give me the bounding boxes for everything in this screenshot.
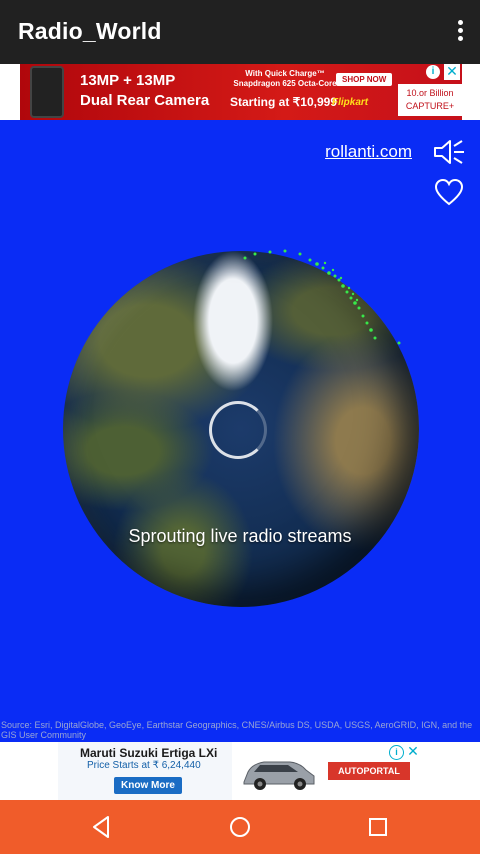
app-title: Radio_World bbox=[18, 18, 162, 44]
speaker-mute-icon[interactable] bbox=[432, 138, 466, 166]
close-icon[interactable]: ✕ bbox=[444, 64, 460, 80]
navigation-bar bbox=[0, 800, 480, 854]
recents-square-icon[interactable] bbox=[364, 814, 392, 840]
more-vert-icon[interactable] bbox=[454, 18, 466, 46]
bottom-ad-banner[interactable]: Maruti Suzuki Ertiga LXi Price Starts at… bbox=[0, 742, 480, 800]
close-icon[interactable]: ✕ bbox=[406, 743, 420, 759]
autoportal-logo: AUTOPORTAL bbox=[328, 762, 410, 780]
shop-now-button[interactable]: SHOP NOW bbox=[336, 73, 393, 86]
site-link[interactable]: rollanti.com bbox=[325, 142, 412, 162]
globe-view[interactable]: rollanti.com Sprouting live radio stream… bbox=[0, 120, 480, 742]
ad-small-text: With Quick Charge™ Snapdragon 625 Octa-C… bbox=[233, 69, 337, 88]
adchoices-icon[interactable]: i bbox=[389, 745, 404, 760]
heart-outline-icon[interactable] bbox=[434, 178, 464, 206]
map-attribution: Source: Esri, DigitalGlobe, GeoEye, Eart… bbox=[1, 720, 473, 740]
ad-creative[interactable]: 13MP + 13MP Dual Rear Camera With Quick … bbox=[20, 64, 462, 120]
car-image bbox=[243, 761, 315, 790]
ad-car-title: Maruti Suzuki Ertiga LXi bbox=[80, 746, 218, 760]
ad-offer: Starting at ₹10,999 bbox=[230, 95, 338, 109]
ad-headline-2: Dual Rear Camera bbox=[80, 92, 210, 109]
adchoices-icon[interactable]: i bbox=[426, 65, 440, 79]
loading-spinner bbox=[209, 401, 267, 459]
loading-status: Sprouting live radio streams bbox=[128, 526, 352, 546]
brand-logo: 10.or Billion CAPTURE+ bbox=[398, 84, 462, 116]
ad-headline-1: 13MP + 13MP bbox=[80, 72, 176, 89]
know-more-button[interactable]: Know More bbox=[114, 777, 182, 794]
phone-image bbox=[30, 66, 64, 118]
station-markers[interactable] bbox=[225, 248, 405, 348]
store-name: Flipkart bbox=[332, 97, 369, 108]
top-ad-banner[interactable]: 13MP + 13MP Dual Rear Camera With Quick … bbox=[0, 64, 480, 120]
app-bar: Radio_World bbox=[0, 0, 480, 64]
home-circle-icon[interactable] bbox=[226, 814, 254, 840]
back-triangle-icon[interactable] bbox=[88, 814, 116, 840]
ad-price: Price Starts at ₹ 6,24,440 bbox=[87, 760, 201, 771]
